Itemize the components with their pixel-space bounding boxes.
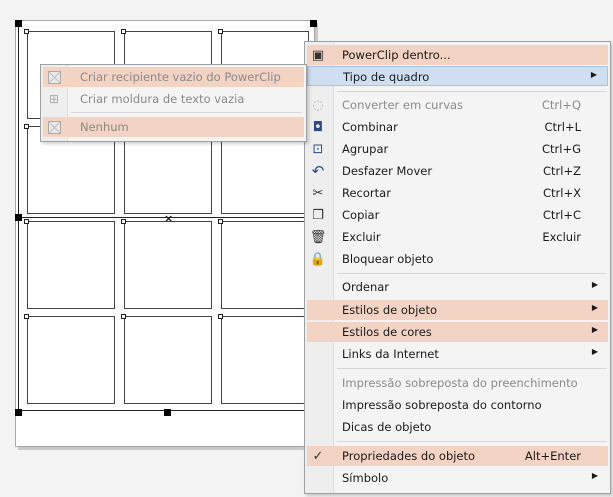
grid-cell[interactable] [27, 221, 115, 309]
submenu-arrow-icon: ▶ [591, 471, 598, 480]
combine-icon: ◘ [312, 119, 324, 135]
menu-item-powerclip[interactable]: ▣ PowerClip dentro... [307, 45, 608, 65]
submenu-item-none[interactable]: Nenhum [43, 117, 304, 137]
frame-type-submenu: Criar recipiente vazio do PowerClip ⊞ Cr… [40, 64, 307, 142]
submenu-item-empty-powerclip[interactable]: Criar recipiente vazio do PowerClip [43, 67, 304, 87]
submenu-item-text-frame[interactable]: ⊞ Criar moldura de texto vazia [43, 89, 304, 109]
menu-separator [71, 112, 302, 113]
node-handle[interactable] [218, 314, 223, 319]
menu-item-overprint-fill[interactable]: Impressão sobreposta do preenchimento [307, 373, 608, 393]
scale-handle[interactable] [15, 214, 22, 221]
node-handle[interactable] [218, 219, 223, 224]
menu-item-convert-curves[interactable]: ◌ Converter em curvas Ctrl+Q [307, 95, 608, 115]
menu-item-undo-move[interactable]: ↶ Desfazer Mover Ctrl+Z [307, 161, 608, 181]
menu-item-order[interactable]: Ordenar ▶ [307, 277, 608, 297]
copy-icon: ❐ [312, 207, 324, 223]
menu-item-lock[interactable]: 🔒 Bloquear objeto [307, 249, 608, 269]
node-handle[interactable] [121, 314, 126, 319]
submenu-arrow-icon: ▶ [591, 325, 598, 334]
center-marker-icon[interactable]: × [164, 213, 173, 224]
menu-item-delete[interactable]: 🗑 Excluir Excluir [307, 227, 608, 247]
menu-item-combine[interactable]: ◘ Combinar Ctrl+L [307, 117, 608, 137]
text-frame-icon: ⊞ [48, 92, 60, 106]
node-handle[interactable] [24, 314, 29, 319]
none-frame-icon [46, 119, 62, 135]
node-handle[interactable] [121, 29, 126, 34]
context-menu: ▣ PowerClip dentro... Tipo de quadro ▶ ◌… [304, 41, 611, 494]
menu-item-object-hints[interactable]: Dicas de objeto [307, 417, 608, 437]
convert-curves-icon: ◌ [312, 97, 324, 113]
scissors-icon: ✂ [312, 185, 324, 201]
menu-separator [337, 91, 606, 92]
lock-icon: 🔒 [309, 251, 327, 267]
menu-item-object-properties[interactable]: ✓ Propriedades do objeto Alt+Enter [307, 446, 608, 466]
node-handle[interactable] [24, 219, 29, 224]
powerclip-icon: ▣ [311, 47, 325, 63]
menu-item-object-styles[interactable]: Estilos de objeto ▶ [307, 300, 608, 320]
grid-cell[interactable] [27, 316, 115, 404]
scale-handle[interactable] [310, 20, 317, 27]
node-handle[interactable] [24, 29, 29, 34]
grid-cell[interactable] [124, 221, 212, 309]
scale-handle[interactable] [15, 20, 22, 27]
grid-cell[interactable] [124, 316, 212, 404]
node-handle[interactable] [121, 219, 126, 224]
submenu-arrow-icon: ▶ [591, 347, 598, 356]
node-handle[interactable] [218, 29, 223, 34]
submenu-arrow-icon: ▶ [591, 303, 598, 312]
grid-cell[interactable] [221, 316, 309, 404]
menu-separator [337, 273, 606, 274]
trash-icon: 🗑 [309, 229, 327, 245]
group-icon: ⊡ [312, 141, 324, 157]
checkmark-icon: ✓ [312, 448, 324, 464]
node-handle[interactable] [24, 124, 29, 129]
menu-item-symbol[interactable]: Símbolo ▶ [307, 468, 608, 488]
scale-handle[interactable] [164, 409, 171, 416]
menu-item-frame-type[interactable]: Tipo de quadro ▶ [307, 66, 608, 86]
undo-icon: ↶ [311, 161, 325, 180]
menu-item-color-styles[interactable]: Estilos de cores ▶ [307, 322, 608, 342]
menu-separator [337, 441, 606, 442]
submenu-arrow-icon: ▶ [591, 280, 598, 289]
menu-item-group[interactable]: ⊡ Agrupar Ctrl+G [307, 139, 608, 159]
scale-handle[interactable] [15, 409, 22, 416]
grid-cell[interactable] [221, 221, 309, 309]
submenu-arrow-icon: ▶ [590, 70, 597, 79]
empty-powerclip-icon [46, 69, 62, 85]
menu-item-internet-links[interactable]: Links da Internet ▶ [307, 344, 608, 364]
menu-separator [337, 368, 606, 369]
menu-item-overprint-outline[interactable]: Impressão sobreposta do contorno [307, 395, 608, 415]
menu-item-cut[interactable]: ✂ Recortar Ctrl+X [307, 183, 608, 203]
menu-item-copy[interactable]: ❐ Copiar Ctrl+C [307, 205, 608, 225]
